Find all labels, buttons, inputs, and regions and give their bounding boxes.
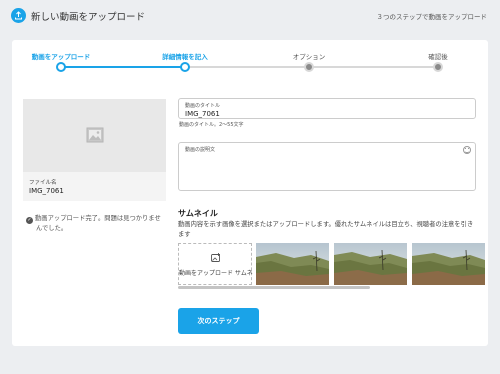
thumbnail-option-3[interactable] (412, 243, 485, 285)
status-text-line1: 動画アップロード完了。問題は見つかりませ (35, 215, 161, 222)
thumbnail-option-1[interactable] (256, 243, 329, 285)
header: 新しい動画をアップロード ３つのステップで動画をアップロード (0, 0, 500, 32)
landscape-thumbnail-image (412, 243, 485, 285)
step-label-review[interactable]: 確認後 (428, 51, 448, 61)
step-dot-details[interactable] (180, 62, 190, 72)
upload-card: 動画をアップロード 詳細情報を記入 オプション 確認後 ファイル名 IMG_70… (12, 40, 488, 346)
image-placeholder-icon (86, 127, 104, 143)
landscape-thumbnail-image (256, 243, 329, 285)
upload-status: ✓ 動画アップロード完了。問題は見つかりませ んでした。 (26, 214, 166, 233)
steps-caption: ３つのステップで動画をアップロード (376, 13, 488, 21)
next-step-button[interactable]: 次のステップ (178, 308, 259, 334)
check-circle-icon: ✓ (26, 217, 33, 224)
status-text-line2: んでした。 (36, 225, 68, 232)
video-preview (23, 99, 166, 172)
title-field-value[interactable]: IMG_7061 (185, 110, 220, 118)
title-hint: 動画のタイトル。2〜55文字 (179, 122, 244, 128)
upload-thumbnail-label: 動画をアップロード サムネイル (179, 270, 253, 277)
step-line-done (61, 66, 185, 68)
thumbnail-scrollbar[interactable] (178, 286, 370, 289)
progress-stepper: 動画をアップロード 詳細情報を記入 オプション 確認後 (12, 40, 488, 80)
upload-logo-icon (11, 8, 26, 23)
file-name-value: IMG_7061 (29, 187, 64, 195)
file-info: ファイル名 IMG_7061 (23, 172, 166, 201)
title-field[interactable]: 動画のタイトル IMG_7061 (178, 98, 476, 119)
emoji-icon[interactable] (463, 146, 471, 154)
thumbnail-heading: サムネイル (178, 209, 218, 218)
description-field-label: 動画の説明文 (185, 147, 216, 153)
step-dot-options[interactable] (304, 62, 314, 72)
description-field[interactable]: 動画の説明文 (178, 142, 476, 191)
step-dot-upload[interactable] (56, 62, 66, 72)
title-field-label: 動画のタイトル (185, 103, 221, 109)
landscape-thumbnail-image (334, 243, 407, 285)
step-label-upload[interactable]: 動画をアップロード (32, 51, 91, 61)
file-name-label: ファイル名 (29, 180, 57, 186)
upload-thumbnail-button[interactable]: 動画をアップロード サムネイル (178, 243, 253, 285)
page-title: 新しい動画をアップロード (31, 12, 146, 23)
step-label-details[interactable]: 詳細情報を記入 (162, 51, 208, 61)
thumbnail-option-2[interactable] (334, 243, 407, 285)
image-upload-icon (211, 253, 220, 262)
step-dot-review[interactable] (433, 62, 443, 72)
step-label-options[interactable]: オプション (293, 51, 326, 61)
thumbnail-description: 動画内容を示す画像を選択またはアップロードします。優れたサムネイルは目立ち、視聴… (178, 221, 474, 238)
